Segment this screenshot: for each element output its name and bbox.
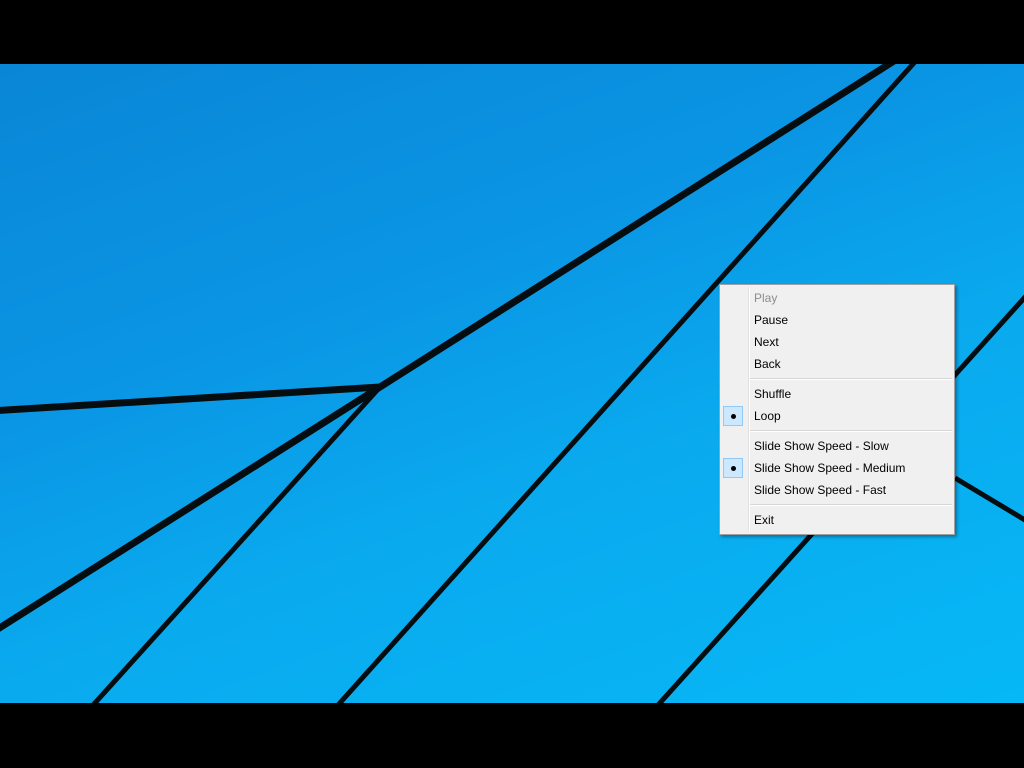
radio-dot-icon — [731, 466, 736, 471]
menu-item-speed-fast[interactable]: Slide Show Speed - Fast — [720, 479, 954, 501]
menu-item-speed-slow[interactable]: Slide Show Speed - Slow — [720, 435, 954, 457]
wallpaper-line — [0, 383, 381, 414]
menu-item-label: Loop — [754, 409, 781, 423]
menu-item-label: Play — [754, 291, 778, 305]
menu-item-loop[interactable]: Loop — [720, 405, 954, 427]
menu-item-label: Slide Show Speed - Fast — [754, 483, 887, 497]
menu-item-label: Shuffle — [754, 387, 792, 401]
menu-item-label: Pause — [754, 313, 789, 327]
context-menu: Play Pause Next Back Shuffle Loop Slide … — [719, 284, 955, 535]
letterbox-top — [0, 0, 1024, 64]
letterbox-bottom — [0, 703, 1024, 768]
radio-check-icon — [723, 406, 743, 426]
menu-item-shuffle[interactable]: Shuffle — [720, 383, 954, 405]
menu-item-speed-medium[interactable]: Slide Show Speed - Medium — [720, 457, 954, 479]
menu-item-back[interactable]: Back — [720, 353, 954, 375]
wallpaper-line — [953, 475, 1024, 523]
menu-separator — [750, 430, 952, 432]
menu-item-exit[interactable]: Exit — [720, 509, 954, 531]
menu-item-play[interactable]: Play — [720, 287, 954, 309]
menu-item-pause[interactable]: Pause — [720, 309, 954, 331]
menu-item-label: Slide Show Speed - Slow — [754, 439, 889, 453]
menu-separator — [750, 378, 952, 380]
menu-separator — [750, 504, 952, 506]
radio-check-icon — [723, 458, 743, 478]
menu-item-next[interactable]: Next — [720, 331, 954, 353]
menu-item-label: Next — [754, 335, 779, 349]
menu-item-label: Back — [754, 357, 781, 371]
radio-dot-icon — [731, 414, 736, 419]
menu-item-label: Exit — [754, 513, 775, 527]
menu-item-label: Slide Show Speed - Medium — [754, 461, 906, 475]
